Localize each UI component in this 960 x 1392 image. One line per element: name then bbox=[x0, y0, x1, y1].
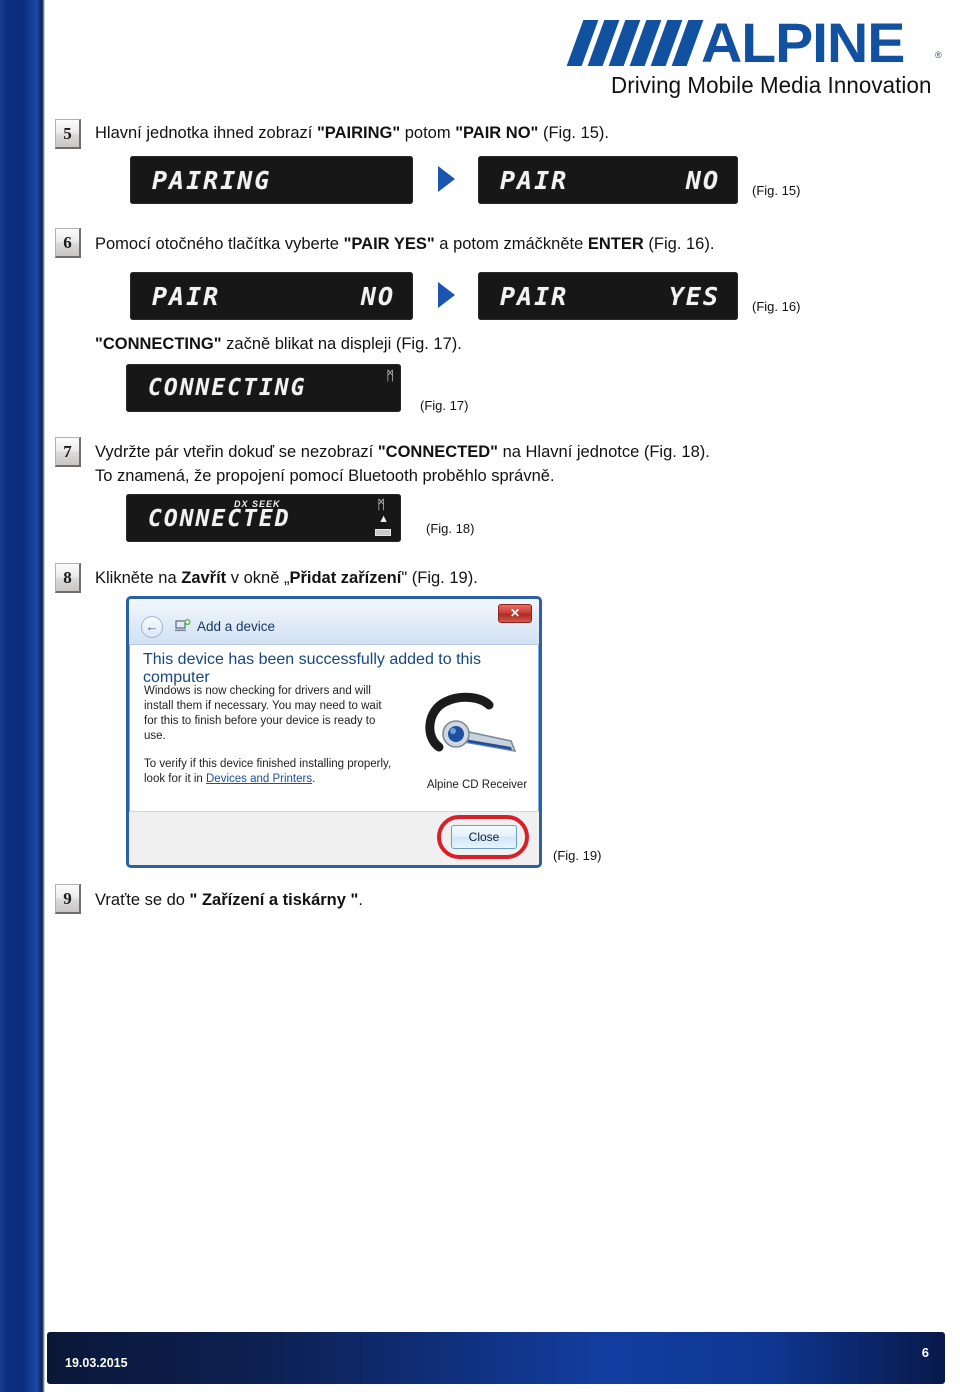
dialog-paragraph-2: To verify if this device finished instal… bbox=[144, 757, 394, 787]
lcd-text-pairing: PAIRING bbox=[152, 166, 272, 195]
step-badge-8: 8 bbox=[55, 563, 81, 593]
lcd-text-pair-2: PAIR bbox=[152, 282, 221, 311]
lcd-display-pair-yes: PAIR YES bbox=[478, 272, 738, 320]
dialog-titlebar: ← Add a device ✕ bbox=[129, 599, 539, 645]
fig-label-18: (Fig. 18) bbox=[426, 521, 475, 536]
dialog-heading: This device has been successfully added … bbox=[143, 651, 481, 686]
step-badge-5: 5 bbox=[55, 119, 81, 149]
close-icon[interactable]: ✕ bbox=[498, 604, 532, 623]
arrow-right-icon-2 bbox=[438, 282, 455, 308]
device-name-label: Alpine CD Receiver bbox=[426, 779, 528, 791]
lcd-display-pair-no: PAIR NO bbox=[478, 156, 738, 204]
lcd-text-connected: CONNECTED bbox=[148, 506, 291, 532]
add-device-dialog[interactable]: ← Add a device ✕ This device has been su… bbox=[126, 596, 542, 868]
step-text-7-line2: To znamená, že propojení pomocí Bluetoot… bbox=[95, 467, 555, 485]
footer-page-number: 6 bbox=[921, 1345, 929, 1360]
lcd-display-connected: DX SEEK CONNECTED ᛗ ▲ bbox=[126, 494, 401, 542]
connecting-note-text: "CONNECTING" začně blikat na displeji (F… bbox=[95, 335, 462, 353]
back-button[interactable]: ← bbox=[141, 616, 163, 638]
lcd-display-pairing: PAIRING bbox=[130, 156, 413, 204]
lcd-display-connecting: CONNECTING ᛗ bbox=[126, 364, 401, 412]
lcd-text-pair-1: PAIR bbox=[500, 166, 569, 195]
step-badge-9: 9 bbox=[55, 884, 81, 914]
page-footer: 19.03.2015 6 bbox=[47, 1332, 945, 1384]
step-text-8: Klikněte na Zavřít v okně „Přidat zaříze… bbox=[95, 569, 478, 587]
step-text-9: Vraťte se do " Zařízení a tiskárny ". bbox=[95, 891, 363, 909]
lcd-text-yes: YES bbox=[668, 282, 720, 311]
fig-label-17: (Fig. 17) bbox=[420, 398, 469, 413]
dialog-body: Windows is now checking for drivers and … bbox=[144, 684, 394, 800]
dialog-paragraph-2-suffix: . bbox=[312, 773, 316, 785]
devices-and-printers-link[interactable]: Devices and Printers bbox=[206, 773, 312, 785]
step-text-5: Hlavní jednotka ihned zobrazí "PAIRING" … bbox=[95, 124, 609, 142]
signal-icon: ▲ bbox=[378, 513, 389, 525]
step-badge-7: 7 bbox=[55, 437, 81, 467]
bluetooth-headset-icon bbox=[425, 692, 517, 753]
bluetooth-icon-1: ᛗ bbox=[386, 368, 394, 383]
battery-icon bbox=[375, 529, 391, 536]
dialog-paragraph-1: Windows is now checking for drivers and … bbox=[144, 685, 382, 742]
bluetooth-icon-2: ᛗ bbox=[377, 497, 385, 512]
lcd-text-no: NO bbox=[685, 166, 720, 195]
arrow-right-icon-1 bbox=[438, 166, 455, 192]
step-text-6: Pomocí otočného tlačítka vyberte "PAIR Y… bbox=[95, 235, 715, 253]
fig-label-15: (Fig. 15) bbox=[752, 183, 801, 198]
lcd-display-pair-no-2: PAIR NO bbox=[130, 272, 413, 320]
dialog-footer: Close bbox=[129, 811, 539, 865]
add-device-icon bbox=[175, 619, 191, 632]
close-button-highlight bbox=[437, 815, 529, 859]
step-text-7-line1: Vydržte pár vteřin dokuď se nezobrazí "C… bbox=[95, 443, 710, 461]
lcd-text-pair-3: PAIR bbox=[500, 282, 569, 311]
step-badge-6: 6 bbox=[55, 228, 81, 258]
fig-label-16-right: (Fig. 16) bbox=[752, 299, 801, 314]
footer-date: 19.03.2015 bbox=[65, 1356, 128, 1370]
lcd-text-connecting: CONNECTING bbox=[148, 375, 307, 401]
lcd-text-no-2: NO bbox=[360, 282, 395, 311]
fig-label-19: (Fig. 19) bbox=[553, 848, 602, 863]
dialog-title: Add a device bbox=[197, 619, 276, 634]
